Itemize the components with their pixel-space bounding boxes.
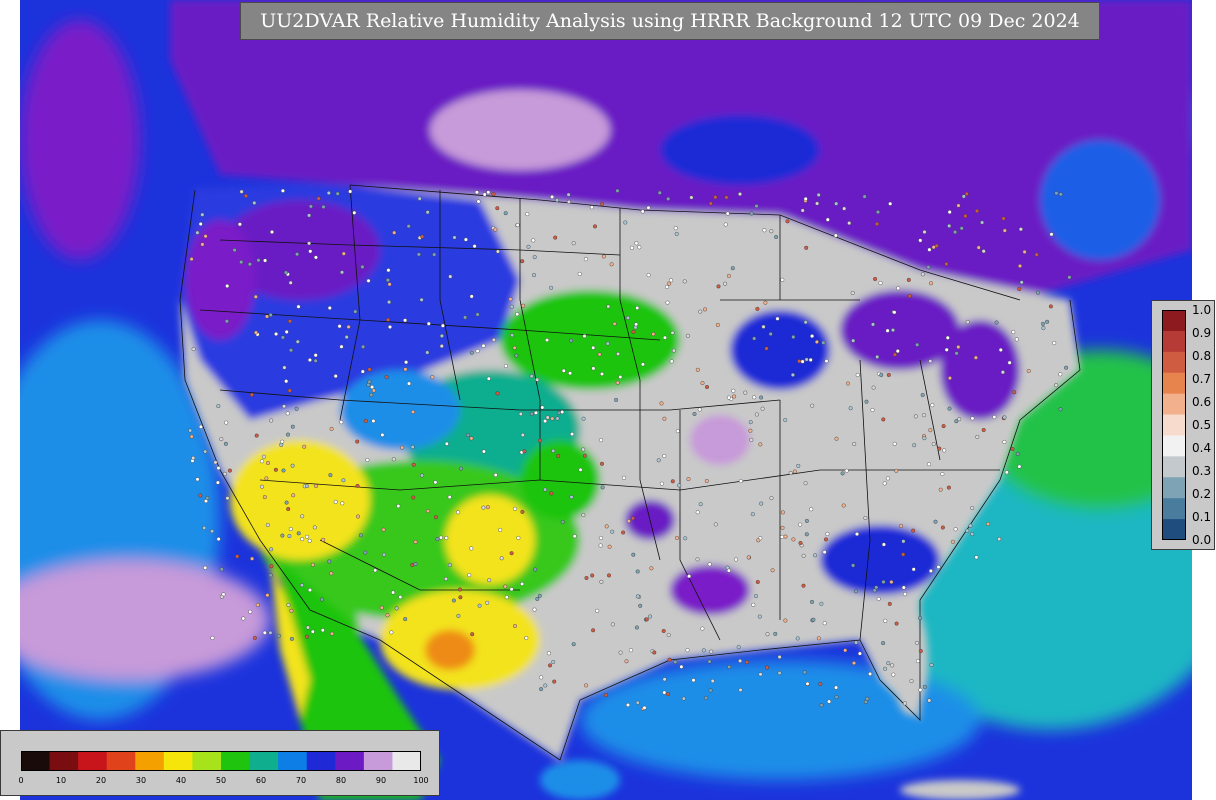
rh-colorbar-panel: 0 10 20 30 40 50 60 70 80 90 100: [0, 730, 440, 796]
rh-tick-label: 20: [95, 776, 107, 785]
value-tick-label: 0.3: [1192, 464, 1212, 478]
value-colorbar-segment: [1162, 330, 1186, 353]
rh-colorbar-segment: [49, 751, 79, 771]
rh-colorbar-segment: [163, 751, 193, 771]
value-tick-label: 0.1: [1192, 510, 1212, 524]
value-tick-label: 0.8: [1192, 349, 1212, 363]
value-tick-label: 0.0: [1192, 533, 1212, 547]
value-colorbar-segment: [1162, 498, 1186, 520]
value-colorbar-segment: [1162, 456, 1186, 478]
rh-tick-label: 80: [335, 776, 347, 785]
value-colorbar-segment: [1162, 393, 1186, 416]
rh-colorbar-segment: [363, 751, 393, 771]
rh-colorbar: [21, 751, 421, 771]
rh-colorbar-segment: [306, 751, 336, 771]
rh-colorbar-segment: [392, 751, 421, 771]
value-colorbar-segment: [1162, 519, 1186, 540]
value-tick-label: 0.5: [1192, 418, 1212, 432]
value-colorbar-segment: [1162, 351, 1186, 374]
rh-colorbar-segment: [192, 751, 222, 771]
rh-analysis-map: [20, 0, 1192, 800]
map-title: UU2DVAR Relative Humidity Analysis using…: [240, 2, 1100, 40]
value-tick-label: 0.2: [1192, 487, 1212, 501]
rh-colorbar-segment: [278, 751, 308, 771]
value-colorbar-panel: 1.0 0.9 0.8 0.7 0.6 0.5 0.4 0.3 0.2 0.1 0.0: [1151, 300, 1215, 550]
value-colorbar-segment: [1162, 310, 1186, 332]
rh-colorbar-segment: [135, 751, 165, 771]
value-colorbar: [1162, 310, 1186, 540]
value-colorbar-segment: [1162, 414, 1186, 436]
rh-tick-label: 100: [413, 776, 429, 785]
value-tick-label: 0.4: [1192, 441, 1212, 455]
value-tick-label: 0.7: [1192, 372, 1212, 386]
rh-tick-label: 50: [215, 776, 227, 785]
rh-tick-label: 40: [175, 776, 187, 785]
rh-tick-label: 0: [18, 776, 24, 785]
rh-colorbar-segment: [249, 751, 279, 771]
rh-tick-label: 30: [135, 776, 147, 785]
value-tick-label: 0.6: [1192, 395, 1212, 409]
rh-tick-label: 90: [375, 776, 387, 785]
value-tick-label: 0.9: [1192, 326, 1212, 340]
rh-colorbar-segment: [78, 751, 108, 771]
rh-colorbar-segment: [335, 751, 365, 771]
rh-tick-label: 70: [295, 776, 307, 785]
rh-colorbar-segment: [221, 751, 251, 771]
value-tick-label: 1.0: [1192, 303, 1212, 317]
value-colorbar-segment: [1162, 477, 1186, 499]
rh-tick-label: 10: [55, 776, 67, 785]
rh-colorbar-segment: [21, 751, 51, 771]
value-colorbar-segment: [1162, 372, 1186, 395]
rh-colorbar-segment: [106, 751, 136, 771]
rh-tick-label: 60: [255, 776, 267, 785]
value-colorbar-segment: [1162, 435, 1186, 457]
